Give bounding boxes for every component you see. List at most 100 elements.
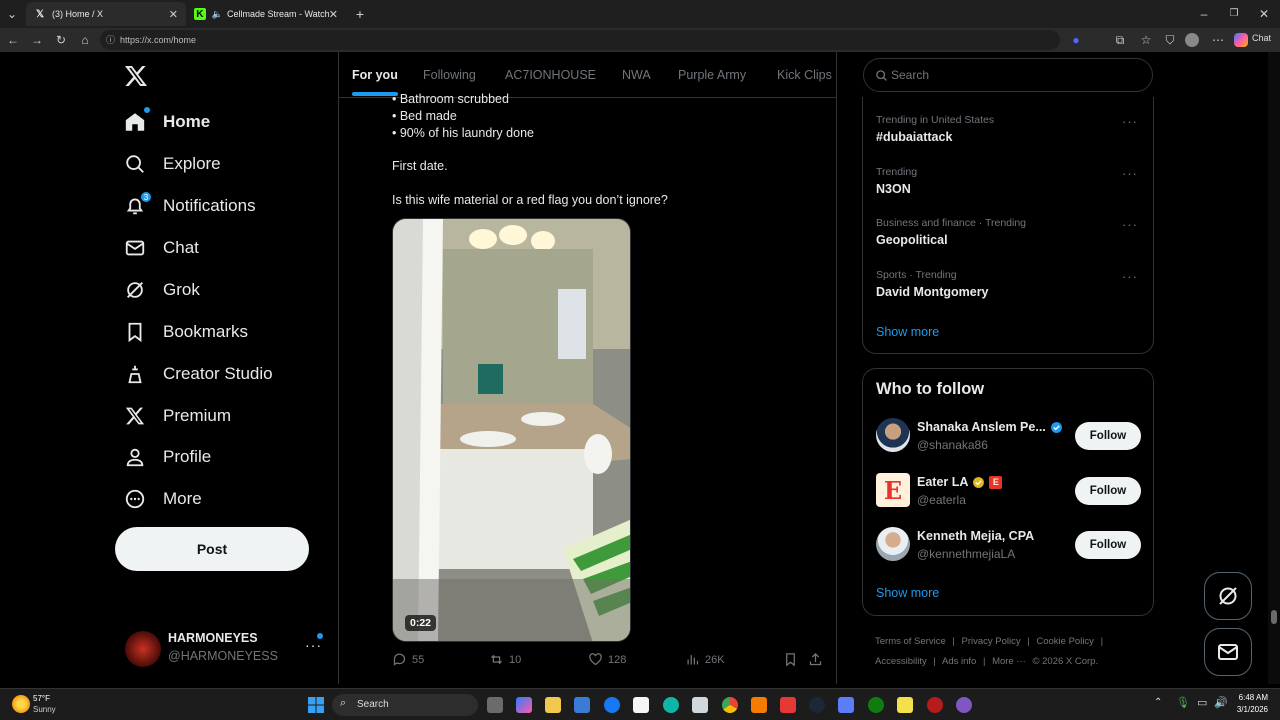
taskbar-search[interactable]: ⌕ Search	[332, 694, 478, 716]
footer-link-more[interactable]: More ···	[992, 656, 1026, 667]
footer-link-cookie[interactable]: Cookie Policy	[1036, 636, 1094, 647]
extensions-icon[interactable]: ⧉	[1112, 32, 1128, 48]
trend-more-icon[interactable]: ···	[1122, 217, 1138, 232]
trend-more-icon[interactable]: ···	[1122, 114, 1138, 129]
close-window-icon[interactable]: ✕	[1256, 6, 1272, 22]
xbox-icon[interactable]	[868, 697, 884, 713]
chrome-icon[interactable]	[722, 697, 738, 713]
calculator-icon[interactable]	[692, 697, 708, 713]
trends-show-more-link[interactable]: Show more	[876, 325, 939, 339]
restore-icon[interactable]: ❐	[1226, 6, 1242, 22]
account-switcher[interactable]: HARMONEYES @HARMONEYESS ···	[122, 627, 332, 671]
settings-menu-icon[interactable]: ⋯	[1210, 32, 1226, 48]
follow-suggestion[interactable]: Shanaka Anslem Pe... @shanaka86 Follow	[876, 416, 1146, 456]
facebook-icon[interactable]	[604, 697, 620, 713]
url-field[interactable]: ⓘ https://x.com/home	[100, 30, 1060, 50]
youtube-icon[interactable]	[780, 697, 796, 713]
follow-suggestion[interactable]: Kenneth Mejia, CPA @kennethmejiaLA Follo…	[876, 525, 1146, 565]
tab-purple-army[interactable]: Purple Army	[678, 52, 746, 98]
footer-link-ads-info[interactable]: Ads info	[942, 656, 976, 667]
repost-button[interactable]: 10	[489, 652, 521, 667]
refresh-icon[interactable]: ↻	[53, 32, 69, 48]
volume-icon[interactable]: 🔊	[1214, 696, 1228, 709]
search-input[interactable]: Search	[863, 58, 1153, 92]
app-icon[interactable]	[838, 697, 854, 713]
copilot-icon[interactable]	[1234, 33, 1248, 47]
sidebar-item-more[interactable]: More	[122, 482, 202, 516]
follow-button[interactable]: Follow	[1075, 531, 1141, 559]
network-icon[interactable]: ▭	[1197, 696, 1207, 709]
scrollbar-thumb[interactable]	[1271, 610, 1277, 624]
task-view-icon[interactable]	[487, 697, 503, 713]
sidebar-item-home[interactable]: Home	[122, 105, 210, 139]
tab-kick-clips[interactable]: Kick Clips	[777, 52, 832, 98]
trend-item[interactable]: Business and finance · Trending Geopolit…	[876, 217, 1146, 247]
forward-icon[interactable]: →	[29, 32, 45, 48]
tray-chevron-icon[interactable]: ⌃	[1154, 697, 1162, 708]
like-button[interactable]: 128	[588, 652, 626, 667]
weather-sun-icon[interactable]	[12, 695, 30, 713]
sidebar-item-explore[interactable]: Explore	[122, 147, 221, 181]
post-video[interactable]: 0:22	[392, 218, 631, 642]
x-logo-icon[interactable]	[124, 64, 148, 88]
views-button[interactable]: 26K	[685, 652, 725, 667]
edge-icon[interactable]	[663, 697, 679, 713]
app-icon[interactable]	[956, 697, 972, 713]
steam-icon[interactable]	[809, 697, 825, 713]
back-icon[interactable]: ←	[5, 32, 21, 48]
follow-button[interactable]: Follow	[1075, 422, 1141, 450]
sidebar-item-bookmarks[interactable]: Bookmarks	[122, 315, 248, 349]
trend-item[interactable]: Sports · Trending David Montgomery ···	[876, 269, 1146, 299]
follow-suggestion[interactable]: E Eater LA E @eaterla Follow	[876, 471, 1146, 511]
messages-floating-button[interactable]	[1204, 628, 1252, 676]
favorites-icon[interactable]: ☆	[1138, 32, 1154, 48]
reply-button[interactable]: 55	[392, 652, 424, 667]
windows-start-icon[interactable]	[308, 697, 324, 713]
trend-item[interactable]: Trending in United States #dubaiattack ·…	[876, 114, 1146, 144]
minimize-icon[interactable]: –	[1196, 6, 1212, 22]
clock-time[interactable]: 6:48 AM	[1234, 693, 1268, 702]
sidebar-item-premium[interactable]: Premium	[122, 399, 231, 433]
tab-nwa[interactable]: NWA	[622, 52, 651, 98]
post-button[interactable]: Post	[115, 527, 309, 571]
sidebar-item-notifications[interactable]: 3 Notifications	[122, 189, 256, 223]
app-icon[interactable]	[927, 697, 943, 713]
bookmark-button[interactable]	[783, 652, 803, 667]
close-tab-icon[interactable]: ✕	[329, 8, 338, 21]
file-explorer-icon[interactable]	[545, 697, 561, 713]
follow-button[interactable]: Follow	[1075, 477, 1141, 505]
store-icon[interactable]	[574, 697, 590, 713]
sidebar-item-grok[interactable]: Grok	[122, 273, 200, 307]
sidebar-item-chat[interactable]: Chat	[122, 231, 199, 265]
clock-date[interactable]: 3/1/2026	[1234, 705, 1268, 714]
footer-link-accessibility[interactable]: Accessibility	[875, 656, 927, 667]
tab-ac7ionhouse[interactable]: AC7IONHOUSE	[505, 52, 596, 98]
share-button[interactable]	[808, 652, 828, 667]
sidebar-item-creator-studio[interactable]: Creator Studio	[122, 357, 273, 391]
footer-link-terms[interactable]: Terms of Service	[875, 636, 946, 647]
trend-more-icon[interactable]: ···	[1122, 269, 1138, 284]
footer-link-privacy[interactable]: Privacy Policy	[962, 636, 1021, 647]
sidebar-item-profile[interactable]: Profile	[122, 440, 211, 474]
tab-list-chevron-icon[interactable]: ⌄	[4, 6, 20, 22]
grok-floating-button[interactable]	[1204, 572, 1252, 620]
microphone-icon[interactable]: 🎙	[1176, 696, 1190, 709]
browser-profile-icon[interactable]	[1185, 33, 1199, 47]
trend-item[interactable]: Trending N3ON ···	[876, 166, 1146, 196]
app-icon[interactable]	[751, 697, 767, 713]
close-tab-icon[interactable]: ✕	[169, 8, 178, 21]
copilot-chat-label[interactable]: Chat	[1252, 33, 1271, 43]
trend-more-icon[interactable]: ···	[1122, 166, 1138, 181]
tab-for-you[interactable]: For you	[352, 52, 398, 98]
home-browser-icon[interactable]: ⌂	[77, 32, 93, 48]
browser-tab-home[interactable]: 𝕏 (3) Home / X ✕	[26, 2, 186, 26]
follow-show-more-link[interactable]: Show more	[876, 586, 939, 600]
shield-icon[interactable]: ⛉	[1162, 32, 1178, 48]
new-tab-icon[interactable]: +	[352, 6, 368, 22]
amazon-icon[interactable]	[633, 697, 649, 713]
browser-tab-stream[interactable]: K 🔈 Cellmade Stream - Watch Li ✕	[186, 2, 346, 26]
extension-icon[interactable]: ●	[1068, 32, 1084, 48]
notes-icon[interactable]	[897, 697, 913, 713]
page-scrollbar[interactable]	[1268, 52, 1280, 684]
copilot-app-icon[interactable]	[516, 697, 532, 713]
